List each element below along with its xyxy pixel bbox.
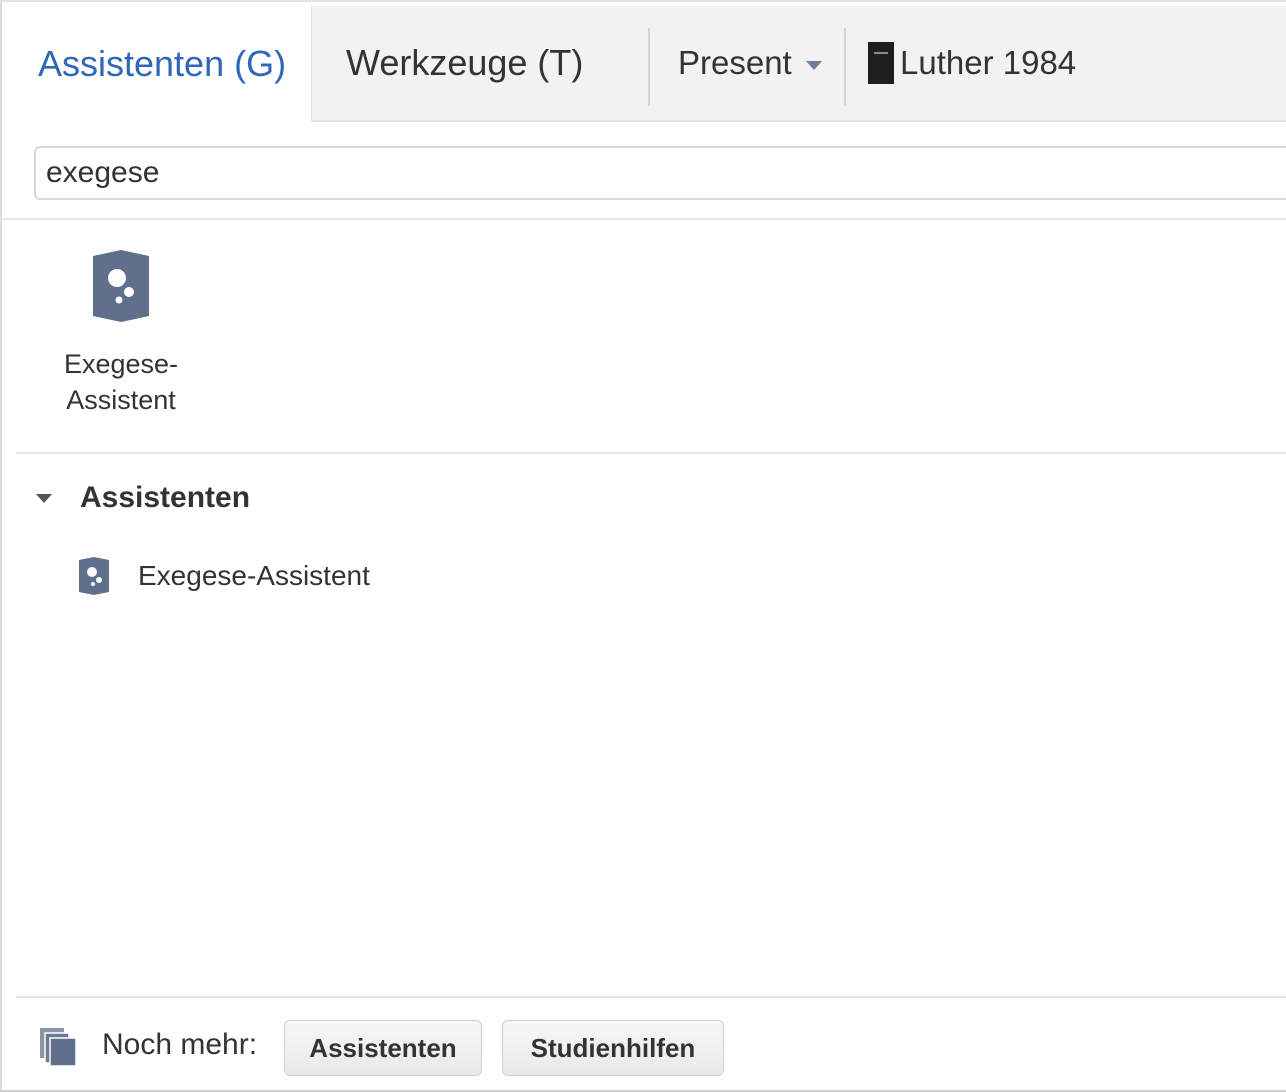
footer: Noch mehr: Assistenten Studienhilfen	[16, 996, 1286, 1092]
study-aids-button[interactable]: Studienhilfen	[502, 1020, 724, 1076]
list-item[interactable]: Exegese-Assistent	[78, 554, 370, 598]
group-header-guides[interactable]: Assistenten	[32, 476, 250, 520]
tab-divider	[844, 28, 846, 106]
tile-label: Exegese- Assistent	[56, 346, 186, 418]
more-label: Noch mehr:	[102, 1028, 258, 1061]
resource-label: Luther 1984	[900, 44, 1077, 81]
resource-selector[interactable]: Luther 1984	[848, 6, 1148, 120]
tile-label-line: Exegese-	[63, 349, 179, 379]
tab-bar: Assistenten (G) Werkzeuge (T) Present Lu…	[2, 6, 1286, 122]
tab-guides-label: Assistenten (G)	[38, 43, 287, 84]
book-cover-icon	[868, 42, 894, 84]
tile-grid: Exegese- Assistent	[16, 220, 1286, 454]
search-area	[2, 122, 1286, 220]
tab-divider	[648, 28, 650, 106]
list-item-label: Exegese-Assistent	[138, 560, 370, 591]
present-label: Present	[678, 44, 792, 81]
tile-label-line: Assistent	[66, 385, 176, 415]
exegesis-guide-icon	[93, 250, 149, 322]
search-input[interactable]	[34, 146, 1286, 200]
more-guides-button[interactable]: Assistenten	[284, 1020, 482, 1076]
documents-stack-icon	[40, 1028, 77, 1067]
tab-tools[interactable]: Werkzeuge (T)	[314, 6, 648, 120]
tab-tools-label: Werkzeuge (T)	[346, 42, 584, 83]
tile-exegesis-guide[interactable]: Exegese- Assistent	[56, 248, 186, 418]
present-dropdown[interactable]: Present	[652, 6, 846, 120]
group-title: Assistenten	[80, 481, 251, 514]
exegesis-guide-icon	[79, 557, 109, 595]
collapse-triangle-icon	[36, 493, 52, 503]
tab-guides[interactable]: Assistenten (G)	[2, 6, 312, 122]
panel-frame: Assistenten (G) Werkzeuge (T) Present Lu…	[0, 0, 1286, 1092]
chevron-down-icon	[805, 60, 822, 70]
